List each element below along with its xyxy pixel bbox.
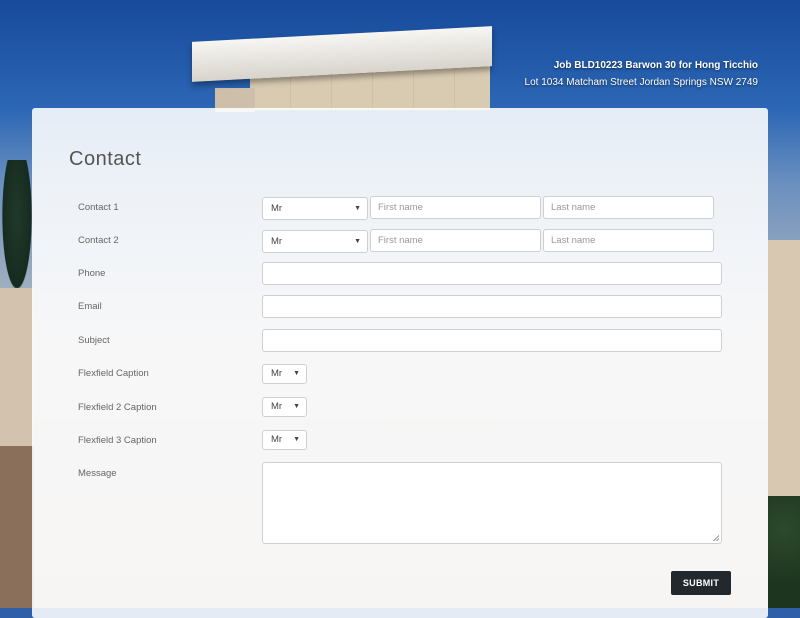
phone-input[interactable] (262, 262, 722, 285)
message-label: Message (78, 468, 117, 479)
driveway (0, 446, 34, 608)
message-textarea[interactable] (262, 462, 722, 544)
phone-label: Phone (78, 268, 106, 279)
subject-label: Subject (78, 335, 110, 346)
caret-down-icon: ▼ (354, 205, 361, 212)
resize-handle-icon[interactable] (713, 535, 719, 541)
contact2-last-name-input[interactable]: Last name (543, 229, 714, 252)
subject-input[interactable] (262, 329, 722, 352)
right-wall (768, 240, 800, 500)
contact1-title-select[interactable]: Mr ▼ (262, 197, 368, 220)
flexfield2-value: Mr (271, 401, 283, 412)
contact1-last-name-input[interactable]: Last name (543, 196, 714, 219)
email-input[interactable] (262, 295, 722, 318)
caret-down-icon: ▼ (293, 436, 300, 443)
contact2-title-value: Mr (271, 236, 283, 247)
contact1-first-name-input[interactable]: First name (370, 196, 541, 219)
contact1-label: Contact 1 (78, 202, 119, 213)
flexfield1-value: Mr (271, 368, 283, 379)
tree (0, 160, 34, 300)
plants (768, 496, 800, 608)
submit-button[interactable]: SUBMIT (671, 571, 731, 595)
flexfield1-label: Flexfield Caption (78, 368, 149, 379)
flexfield2-label: Flexfield 2 Caption (78, 402, 157, 413)
contact-form-panel: Contact Contact 1 Mr ▼ First name Last n… (32, 108, 768, 618)
email-label: Email (78, 301, 102, 312)
caret-down-icon: ▼ (293, 403, 300, 410)
caret-down-icon: ▼ (354, 238, 361, 245)
contact2-first-name-input[interactable]: First name (370, 229, 541, 252)
form-title: Contact (69, 148, 142, 170)
flexfield1-select[interactable]: Mr ▼ (262, 364, 307, 384)
flexfield3-select[interactable]: Mr ▼ (262, 430, 307, 450)
contact2-title-select[interactable]: Mr ▼ (262, 230, 368, 253)
contact1-title-value: Mr (271, 203, 283, 214)
flexfield2-select[interactable]: Mr ▼ (262, 397, 307, 417)
caret-down-icon: ▼ (293, 370, 300, 377)
job-title: Job BLD10223 Barwon 30 for Hong Ticchio (553, 60, 758, 71)
job-address: Lot 1034 Matcham Street Jordan Springs N… (524, 77, 758, 88)
flexfield3-value: Mr (271, 434, 283, 445)
contact2-label: Contact 2 (78, 235, 119, 246)
left-wall (0, 288, 34, 448)
flexfield3-label: Flexfield 3 Caption (78, 435, 157, 446)
